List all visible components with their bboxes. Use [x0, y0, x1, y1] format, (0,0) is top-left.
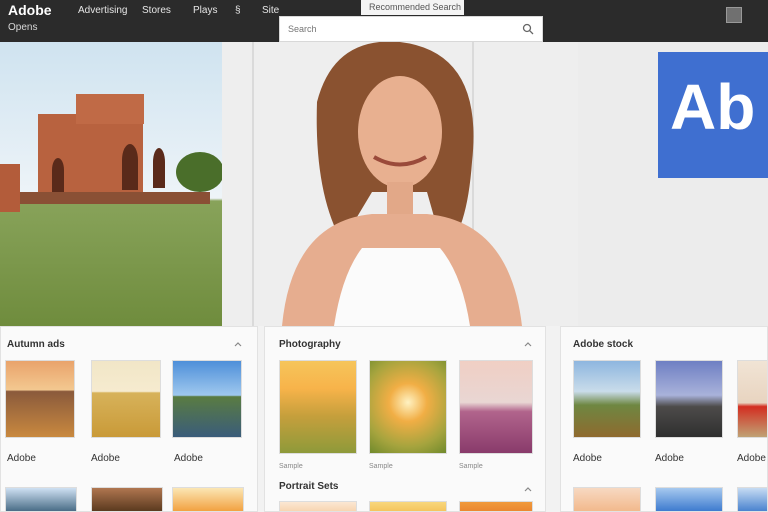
app-window: Adobe Opens Advertising Stores Plays § S… [0, 0, 768, 512]
chevron-up-icon[interactable] [523, 484, 533, 494]
panel-adobe-stock: Adobe stock Adobe Adobe Adobe [560, 326, 768, 512]
panel-title: Adobe stock [573, 339, 634, 350]
fortress-icon [0, 94, 222, 212]
chevron-up-icon[interactable] [233, 339, 243, 349]
thumb-small-dawn[interactable] [573, 487, 641, 511]
thumb-small-gold[interactable] [369, 501, 447, 511]
hero-fortress-photo[interactable] [0, 42, 222, 326]
panel-title: Autumn ads [7, 339, 65, 350]
thumb-small-tree[interactable] [91, 487, 163, 511]
nav-item-stores[interactable]: Stores [142, 5, 171, 16]
thumb-hills[interactable] [573, 360, 641, 438]
brand-logo[interactable]: Adobe [8, 2, 52, 18]
thumb-small-peach[interactable] [279, 501, 357, 511]
thumb-label: Adobe [573, 453, 602, 464]
thumb-rock[interactable] [655, 360, 723, 438]
thumb-small-sunset[interactable] [172, 487, 244, 511]
panel-title: Photography [279, 339, 341, 350]
nav-item-advertising[interactable]: Advertising [78, 5, 127, 16]
top-bar: Adobe Opens Advertising Stores Plays § S… [0, 0, 768, 42]
thumb-caption: Sample [279, 463, 303, 470]
thumb-label: Adobe [174, 453, 203, 464]
search-icon[interactable] [522, 23, 534, 35]
thumb-small-blue[interactable] [737, 487, 767, 511]
thumb-figure[interactable] [737, 360, 767, 438]
recommended-search-tab[interactable]: Recommended Search [361, 0, 464, 15]
portrait-figure-icon [222, 42, 578, 326]
thumb-road[interactable] [5, 360, 75, 438]
nav-item-plays[interactable]: Plays [193, 5, 217, 16]
thumb-caption: Sample [459, 463, 483, 470]
thumb-small-sky[interactable] [655, 487, 723, 511]
nav-item-site[interactable]: Site [262, 5, 279, 16]
thumb-label: Adobe [737, 453, 766, 464]
search-input[interactable] [288, 21, 518, 37]
thumb-small-orange[interactable] [459, 501, 533, 511]
window-button[interactable] [726, 7, 742, 23]
chevron-up-icon[interactable] [523, 339, 533, 349]
nav-item-shape-icon[interactable]: § [235, 5, 241, 16]
search-box [279, 16, 543, 42]
hero-section: Ab [0, 42, 768, 326]
panel-autumn-ads: Autumn ads Adobe Adobe Adobe [0, 326, 258, 512]
hero-portrait-photo[interactable] [222, 42, 578, 326]
thumb-lavender[interactable] [459, 360, 533, 454]
thumb-field[interactable] [91, 360, 161, 438]
thumb-tree[interactable] [369, 360, 447, 454]
section-subtitle: Portrait Sets [279, 481, 339, 492]
panel-photography: Photography Sample Sample Sample Portrai… [264, 326, 546, 512]
thumb-label: Adobe [655, 453, 684, 464]
thumb-coast[interactable] [172, 360, 242, 438]
thumb-small-sea[interactable] [5, 487, 77, 511]
hero-brand-area: Ab [578, 42, 768, 326]
thumb-meadow[interactable] [279, 360, 357, 454]
brand-banner[interactable]: Ab [658, 52, 768, 178]
thumb-label: Adobe [91, 453, 120, 464]
thumb-label: Adobe [7, 453, 36, 464]
thumb-caption: Sample [369, 463, 393, 470]
brand-subtitle[interactable]: Opens [8, 22, 37, 33]
